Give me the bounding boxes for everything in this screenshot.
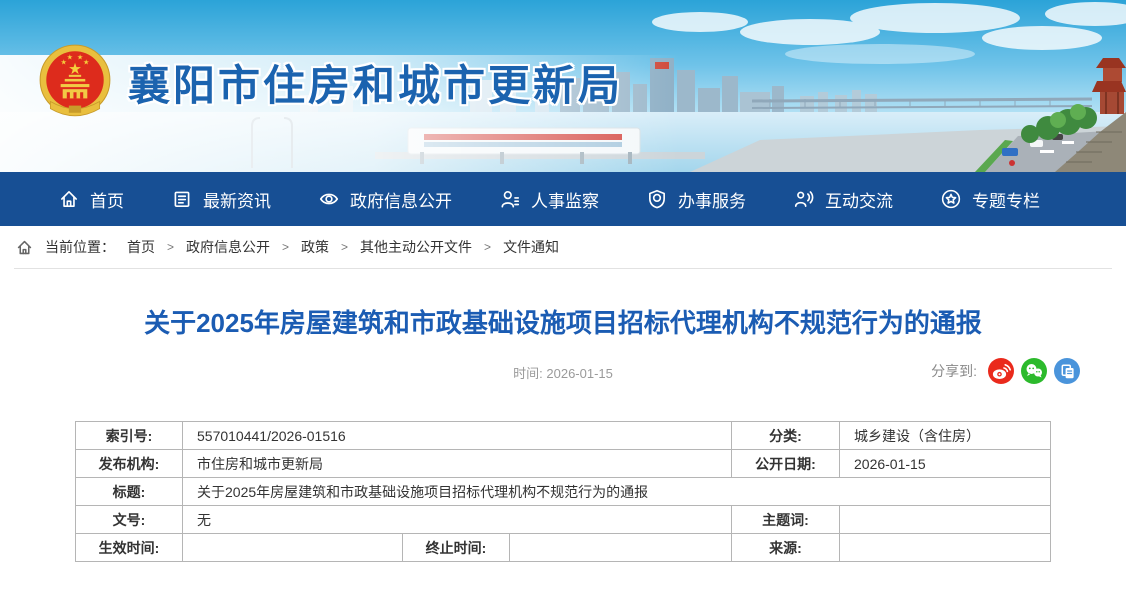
- table-row: 发布机构: 市住房和城市更新局 公开日期: 2026-01-15: [76, 450, 1051, 478]
- category-value: 城乡建设（含住房）: [840, 422, 1051, 450]
- article-main: 关于2025年房屋建筑和市政基础设施项目招标代理机构不规范行为的通报 时间: 2…: [0, 269, 1126, 562]
- time-label: 时间:: [513, 366, 543, 381]
- national-emblem-icon: ★ ★ ★ ★ ★: [38, 42, 112, 122]
- time-value: 2026-01-15: [546, 366, 613, 381]
- source-label: 来源:: [732, 534, 840, 562]
- home-icon: [16, 239, 33, 256]
- index-value: 557010441/2026-01516: [183, 422, 732, 450]
- star-circle-icon: [940, 188, 962, 210]
- table-row: 生效时间: 终止时间: 来源:: [76, 534, 1051, 562]
- nav-item-label: 办事服务: [678, 187, 746, 212]
- article-meta-row: 时间: 2026-01-15 分享到:: [0, 357, 1126, 385]
- svg-text:★: ★: [67, 53, 73, 61]
- site-title: 襄阳市住房和城市更新局: [128, 52, 623, 113]
- person-audit-icon: [499, 188, 521, 210]
- breadcrumb-separator: >: [484, 240, 491, 254]
- nav-item-gov-info[interactable]: 政府信息公开: [318, 187, 452, 212]
- table-row: 文号: 无 主题词:: [76, 506, 1051, 534]
- publisher-label: 发布机构:: [76, 450, 183, 478]
- pubdate-label: 公开日期:: [732, 450, 840, 478]
- weibo-icon[interactable]: [988, 358, 1014, 384]
- breadcrumb-separator: >: [282, 240, 289, 254]
- breadcrumb-item-policy[interactable]: 政策: [301, 237, 329, 257]
- page: ★ ★ ★ ★ ★ 襄阳市住房和城市更新局: [0, 0, 1126, 589]
- index-label: 索引号:: [76, 422, 183, 450]
- title-label: 标题:: [76, 478, 183, 506]
- nav-item-label: 互动交流: [825, 187, 893, 212]
- site-brand: ★ ★ ★ ★ ★ 襄阳市住房和城市更新局: [38, 42, 623, 122]
- effective-label: 生效时间:: [76, 534, 183, 562]
- nav-item-label: 人事监察: [531, 187, 599, 212]
- docnum-value: 无: [183, 506, 732, 534]
- expiry-value: [510, 534, 732, 562]
- breadcrumb-separator: >: [167, 240, 174, 254]
- breadcrumb-item-home[interactable]: 首页: [127, 237, 155, 257]
- nav-item-special-topics[interactable]: 专题专栏: [940, 187, 1040, 212]
- keywords-value: [840, 506, 1051, 534]
- badge-icon: [646, 188, 668, 210]
- title-value: 关于2025年房屋建筑和市政基础设施项目招标代理机构不规范行为的通报: [183, 478, 1051, 506]
- nav-item-label: 政府信息公开: [350, 187, 452, 212]
- nav-item-label: 首页: [90, 187, 124, 212]
- nav-item-interaction[interactable]: 互动交流: [793, 187, 893, 212]
- nav-item-personnel[interactable]: 人事监察: [499, 187, 599, 212]
- home-icon: [58, 188, 80, 210]
- table-row: 索引号: 557010441/2026-01516 分类: 城乡建设（含住房）: [76, 422, 1051, 450]
- eye-icon: [318, 188, 340, 210]
- wechat-icon[interactable]: [1021, 358, 1047, 384]
- svg-text:★: ★: [83, 59, 89, 67]
- news-icon: [171, 188, 193, 210]
- table-row: 标题: 关于2025年房屋建筑和市政基础设施项目招标代理机构不规范行为的通报: [76, 478, 1051, 506]
- breadcrumb-item-doc-notice[interactable]: 文件通知: [503, 237, 559, 257]
- source-value: [840, 534, 1051, 562]
- breadcrumb-separator: >: [341, 240, 348, 254]
- nav-item-news[interactable]: 最新资讯: [171, 187, 271, 212]
- publisher-value: 市住房和城市更新局: [183, 450, 732, 478]
- breadcrumb-item-other-public-docs[interactable]: 其他主动公开文件: [360, 237, 472, 257]
- main-nav: 首页 最新资讯 政府信息公开 人事监察: [0, 172, 1126, 226]
- share-label: 分享到:: [931, 361, 977, 381]
- document-meta-table: 索引号: 557010441/2026-01516 分类: 城乡建设（含住房） …: [75, 421, 1051, 562]
- breadcrumb-label: 当前位置：: [45, 237, 115, 257]
- site-banner: ★ ★ ★ ★ ★ 襄阳市住房和城市更新局: [0, 0, 1126, 172]
- expiry-label: 终止时间:: [403, 534, 510, 562]
- nav-item-services[interactable]: 办事服务: [646, 187, 746, 212]
- breadcrumb: 当前位置： 首页 > 政府信息公开 > 政策 > 其他主动公开文件 > 文件通知: [14, 226, 1112, 268]
- keywords-label: 主题词:: [732, 506, 840, 534]
- nav-item-home[interactable]: 首页: [58, 187, 124, 212]
- docnum-label: 文号:: [76, 506, 183, 534]
- nav-item-label: 最新资讯: [203, 187, 271, 212]
- copy-icon[interactable]: [1054, 358, 1080, 384]
- breadcrumb-container: 当前位置： 首页 > 政府信息公开 > 政策 > 其他主动公开文件 > 文件通知: [14, 226, 1112, 269]
- effective-value: [183, 534, 403, 562]
- nav-item-label: 专题专栏: [972, 187, 1040, 212]
- page-title: 关于2025年房屋建筑和市政基础设施项目招标代理机构不规范行为的通报: [60, 307, 1066, 339]
- breadcrumb-item-gov-info[interactable]: 政府信息公开: [186, 237, 270, 257]
- category-label: 分类:: [732, 422, 840, 450]
- interaction-icon: [793, 188, 815, 210]
- pubdate-value: 2026-01-15: [840, 450, 1051, 478]
- share-bar: 分享到:: [931, 358, 1080, 384]
